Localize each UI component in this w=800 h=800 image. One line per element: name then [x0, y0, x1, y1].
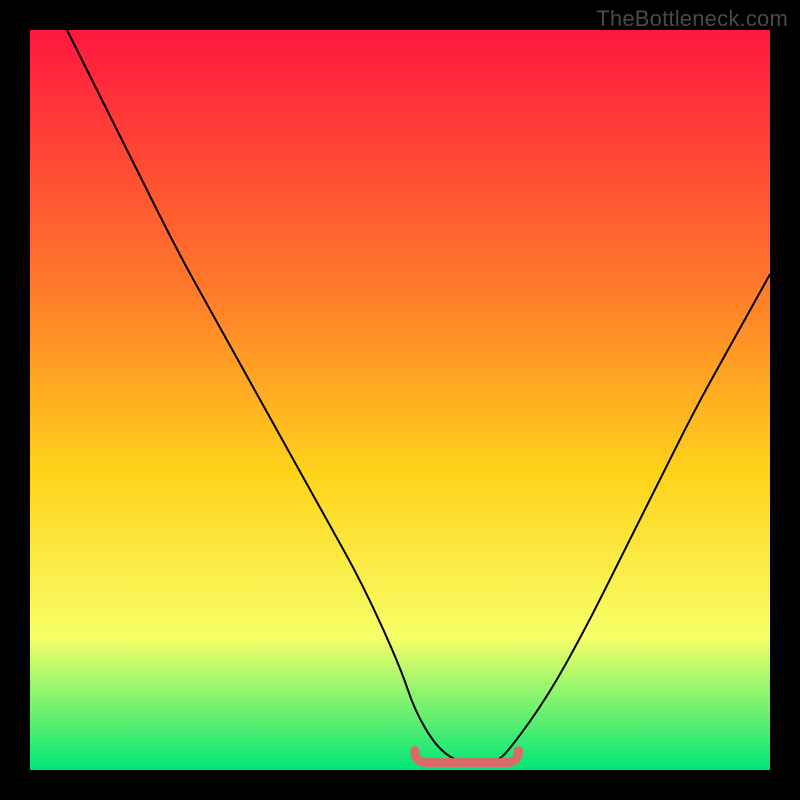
watermark-text: TheBottleneck.com: [596, 6, 788, 32]
bottleneck-chart: [30, 30, 770, 770]
gradient-background: [30, 30, 770, 770]
plot-area: [30, 30, 770, 770]
chart-frame: TheBottleneck.com: [0, 0, 800, 800]
